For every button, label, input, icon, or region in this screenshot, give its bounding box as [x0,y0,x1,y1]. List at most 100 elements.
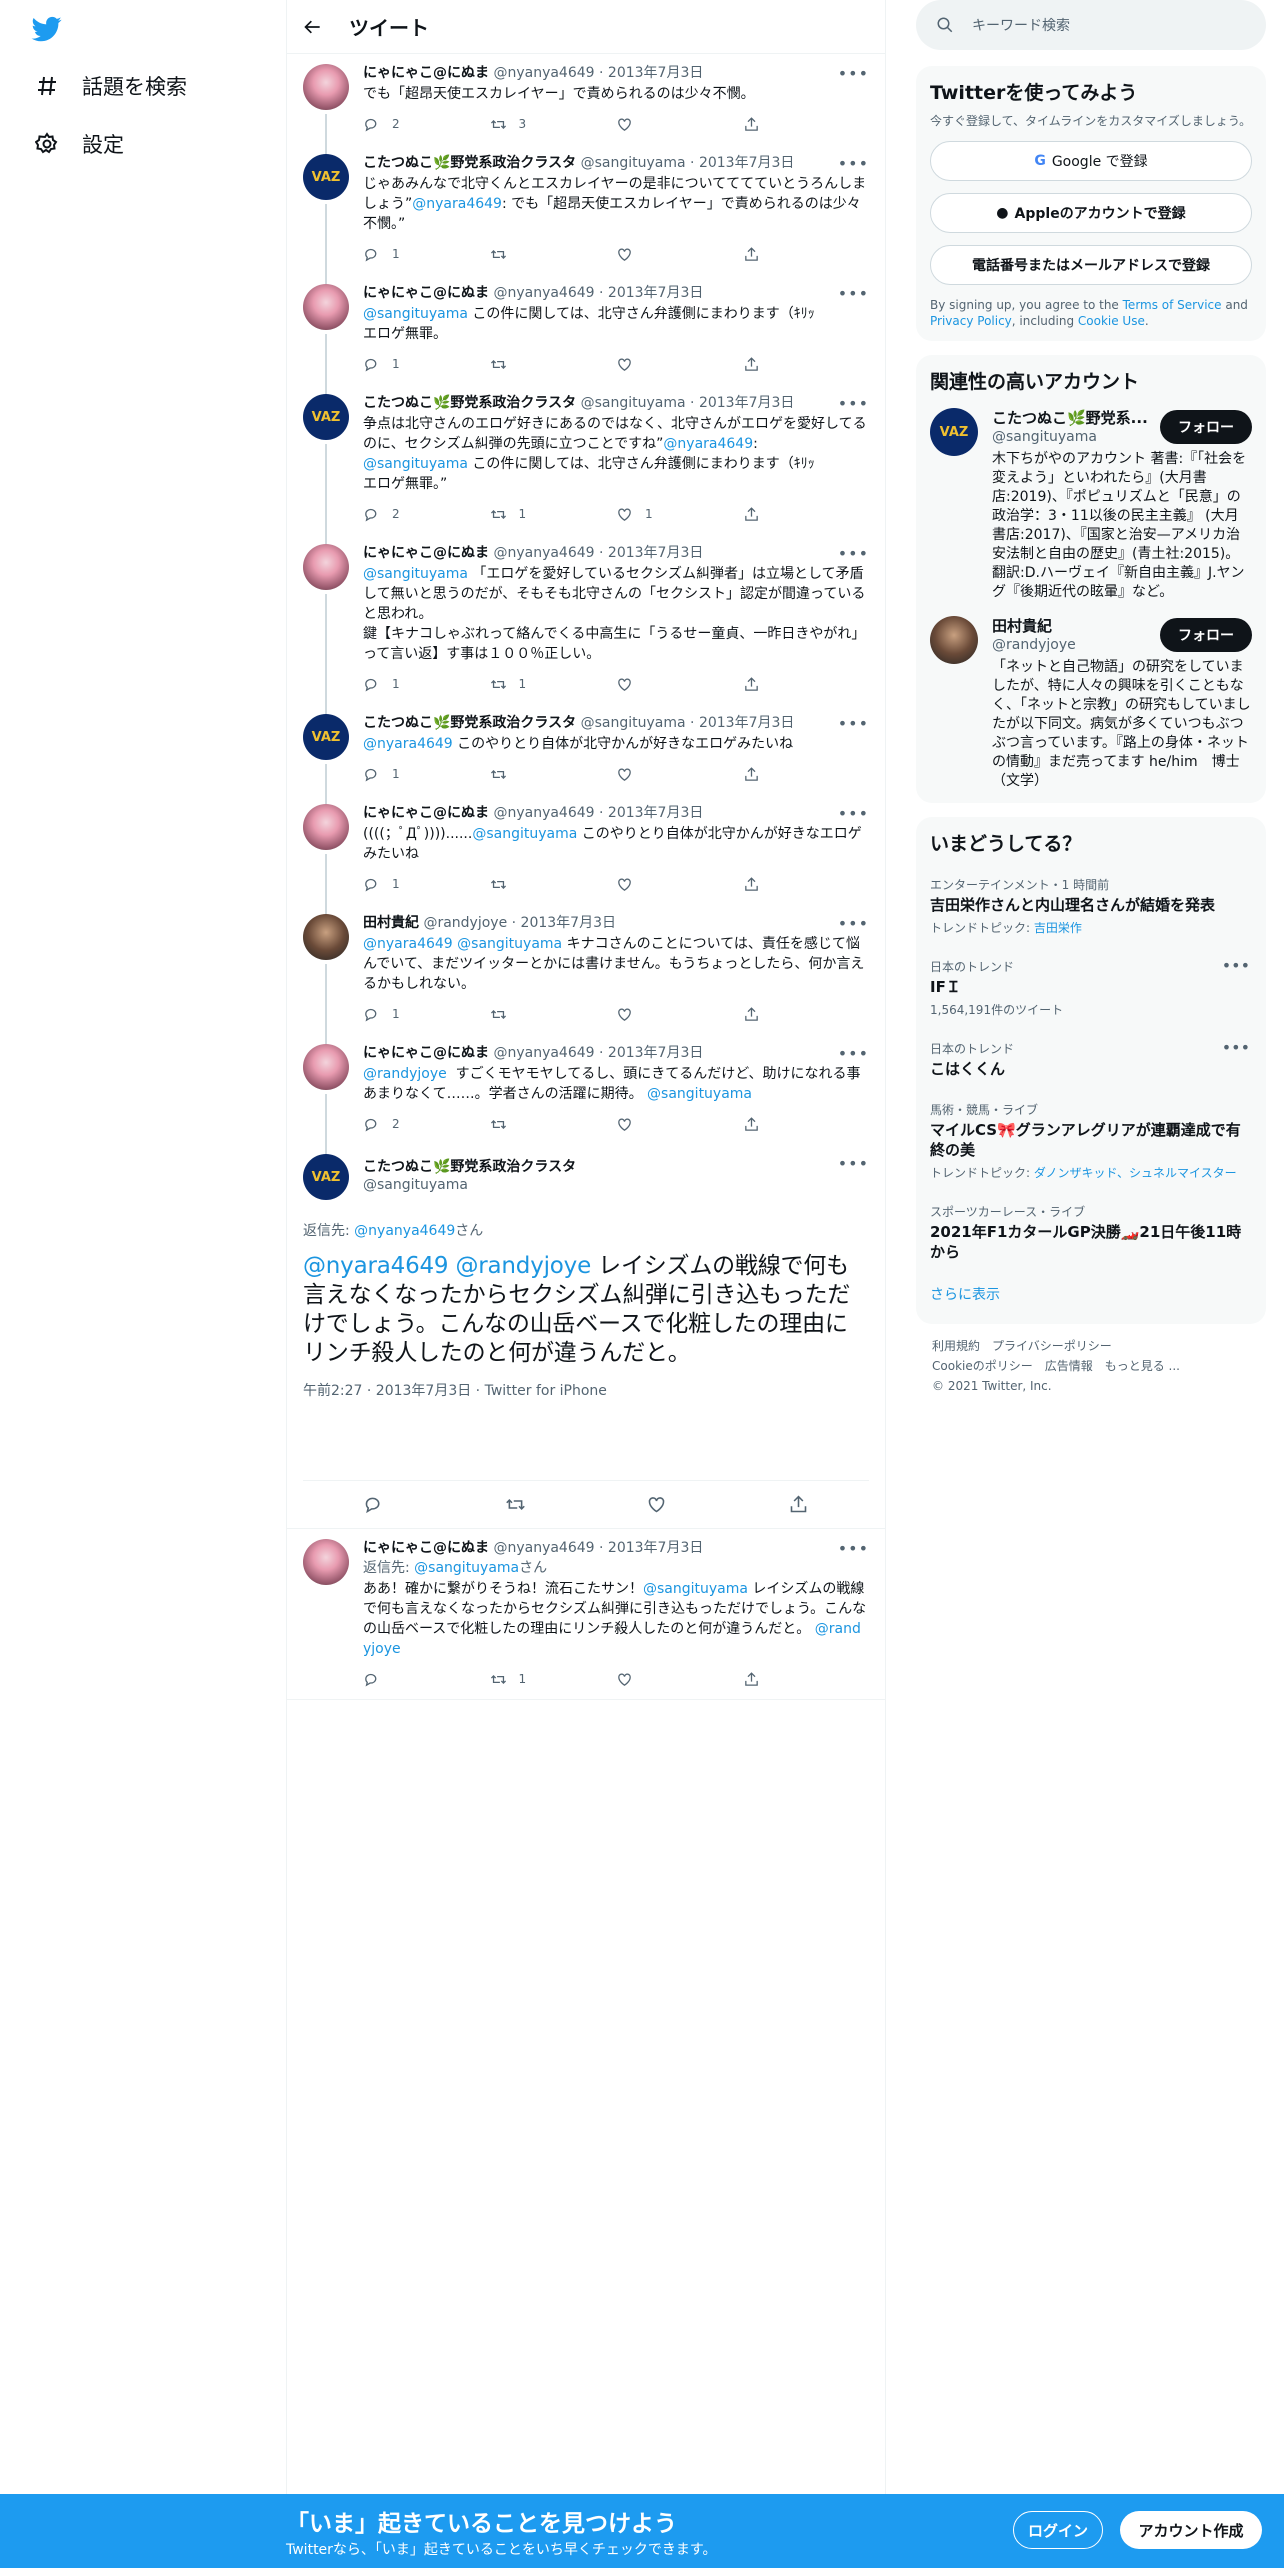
thread-tweet[interactable]: VAZ こたつぬこ🌿野党系政治クラスタ @sangituyama · 2013年7… [287,144,885,284]
avatar[interactable] [303,64,349,110]
tweet-date[interactable]: 2013年7月3日 [699,155,794,171]
avatar[interactable]: VAZ [303,394,349,440]
author-handle[interactable]: @nyanya4649 [493,805,594,821]
reply-button[interactable]: 2 [363,116,490,133]
retweet-button[interactable] [490,766,617,783]
focus-tweet-meta[interactable]: 午前2:27 · 2013年7月3日 · Twitter for iPhone [303,1380,869,1480]
reply-button[interactable]: 1 [363,876,490,893]
author-name[interactable]: こたつぬこ🌿野党系政治クラスタ [363,395,576,411]
like-icon[interactable] [646,1494,667,1515]
avatar[interactable] [303,1044,349,1090]
reply-button[interactable]: 1 [363,766,490,783]
thread-tweet[interactable]: にゃにゃこ@にぬま @nyanya4649 · 2013年7月3日 ••• @ran… [287,1034,885,1154]
reply-to-link[interactable]: @sangituyama [414,1560,519,1576]
author-name[interactable]: にゃにゃこ@にぬま [363,65,489,81]
tweet-date[interactable]: 2013年7月3日 [608,1045,703,1061]
mention-link[interactable]: @sangituyama [472,826,577,842]
reply-button[interactable]: 2 [363,506,490,523]
avatar[interactable] [303,1539,349,1585]
more-icon[interactable]: ••• [838,284,869,303]
reply-tweet[interactable]: にゃにゃこ@にぬま @nyanya4649 · 2013年7月3日 ••• 返信… [287,1529,885,1700]
more-icon[interactable]: ••• [1222,1038,1250,1057]
back-arrow-icon[interactable] [303,17,323,37]
reply-button[interactable]: 1 [363,246,490,263]
like-button[interactable] [616,116,743,133]
trend-item[interactable]: 馬術・競馬・ライブ マイルCS🎀グランアレグリアが連覇達成で有終の美 トレンドト… [930,1089,1252,1191]
show-more-link[interactable]: さらに表示 [930,1272,1252,1312]
thread-tweet[interactable]: にゃにゃこ@にぬま @nyanya4649 · 2013年7月3日 ••• @san… [287,534,885,714]
like-button[interactable]: 1 [616,506,743,523]
thread-tweet[interactable]: にゃにゃこ@にぬま @nyanya4649 · 2013年7月3日 ••• @san… [287,274,885,394]
author-name[interactable]: にゃにゃこ@にぬま [363,1540,489,1556]
more-icon[interactable]: ••• [838,64,869,83]
phone-signup-button[interactable]: 電話番号またはメールアドレスで登録 [930,245,1252,285]
tweet-date[interactable]: 2013年7月3日 [608,545,703,561]
share-button[interactable] [743,1006,870,1023]
more-icon[interactable]: ••• [838,1539,869,1558]
retweet-button[interactable] [490,246,617,263]
more-icon[interactable]: ••• [838,394,869,413]
retweet-button[interactable] [490,1116,617,1133]
trend-item[interactable]: スポーツカーレース・ライブ 2021年F1カタールGP決勝🏎️21日午後11時か… [930,1191,1252,1272]
author-handle[interactable]: @sangituyama [363,1176,869,1194]
avatar[interactable] [303,914,349,960]
author-handle[interactable]: @nyanya4649 [493,65,594,81]
tweet-date[interactable]: 2013年7月3日 [521,915,616,931]
mention-link[interactable]: @sangituyama [643,1581,748,1597]
mention-link[interactable]: @sangituyama [647,1086,752,1102]
avatar[interactable] [930,616,978,664]
like-button[interactable] [616,356,743,373]
author-name[interactable]: にゃにゃこ@にぬま [363,1045,489,1061]
author-handle[interactable]: @sangituyama [581,155,686,171]
nav-explore[interactable]: 話題を検索 [32,66,187,106]
trend-item[interactable]: 日本のトレンド IFＩ 1,564,191件のツイート ••• [930,946,1252,1028]
google-signup-button[interactable]: G Google で登録 [930,141,1252,181]
more-icon[interactable]: ••• [838,1154,869,1173]
like-button[interactable] [616,876,743,893]
search-input[interactable]: キーワード検索 [916,0,1266,50]
more-icon[interactable]: ••• [838,154,869,173]
account-name[interactable]: 田村貴紀 [992,616,1152,636]
thread-tweet[interactable]: 田村貴紀 @randyjoye · 2013年7月3日 ••• @nyara4649… [287,904,885,1044]
avatar[interactable] [303,284,349,330]
retweet-button[interactable] [490,1006,617,1023]
author-name[interactable]: にゃにゃこ@にぬま [363,285,489,301]
thread-tweet[interactable]: VAZ こたつぬこ🌿野党系政治クラスタ @sangituyama · 2013年7… [287,704,885,804]
retweet-button[interactable]: 1 [490,506,617,523]
avatar[interactable] [303,544,349,590]
share-button[interactable] [743,506,870,523]
account-card[interactable]: 田村貴紀 @randyjoye フォロー 「ネットと自己物語」の研究をしていまし… [930,616,1252,791]
tos-link[interactable]: Terms of Service [1123,298,1222,312]
tweet-date[interactable]: 2013年7月3日 [608,1540,703,1556]
mention-link[interactable]: @nyara4649 @sangituyama [363,936,562,952]
more-icon[interactable]: ••• [838,714,869,733]
trend-item[interactable]: 日本のトレンド こはくくん ••• [930,1028,1252,1089]
reply-button[interactable]: 2 [363,1116,490,1133]
share-button[interactable] [743,356,870,373]
thread-tweet[interactable]: にゃにゃこ@にぬま @nyanya4649 · 2013年7月3日 •••((((… [287,794,885,914]
trend-item[interactable]: エンターテインメント・1 時間前 吉田栄作さんと内山理名さんが結婚を発表 トレン… [930,864,1252,946]
mention-link[interactable]: @nyara4649 [663,436,753,452]
author-name[interactable]: にゃにゃこ@にぬま [363,545,489,561]
share-icon[interactable] [788,1494,809,1515]
more-icon[interactable]: ••• [838,544,869,563]
author-name[interactable]: にゃにゃこ@にぬま [363,805,489,821]
reply-to-link[interactable]: @nyanya4649 [354,1223,455,1239]
avatar[interactable]: VAZ [303,714,349,760]
more-icon[interactable]: ••• [1222,956,1250,975]
more-icon[interactable]: ••• [838,1044,869,1063]
mention-link[interactable]: @randyjoye [363,1066,447,1082]
author-handle[interactable]: @nyanya4649 [493,1540,594,1556]
tweet-date[interactable]: 2013年7月3日 [699,715,794,731]
reply-icon[interactable] [363,1494,384,1515]
thread-tweet[interactable]: にゃにゃこ@にぬま @nyanya4649 · 2013年7月3日 ••• でも「超… [287,54,885,154]
like-button[interactable] [616,1006,743,1023]
signup-button[interactable]: アカウント作成 [1120,2511,1262,2549]
share-button[interactable] [743,1671,870,1688]
retweet-button[interactable]: 3 [490,116,617,133]
author-handle[interactable]: @nyanya4649 [493,545,594,561]
mention-link[interactable]: @sangituyama [363,566,468,582]
avatar[interactable] [303,804,349,850]
tweet-date[interactable]: 2013年7月3日 [608,65,703,81]
like-button[interactable] [616,246,743,263]
